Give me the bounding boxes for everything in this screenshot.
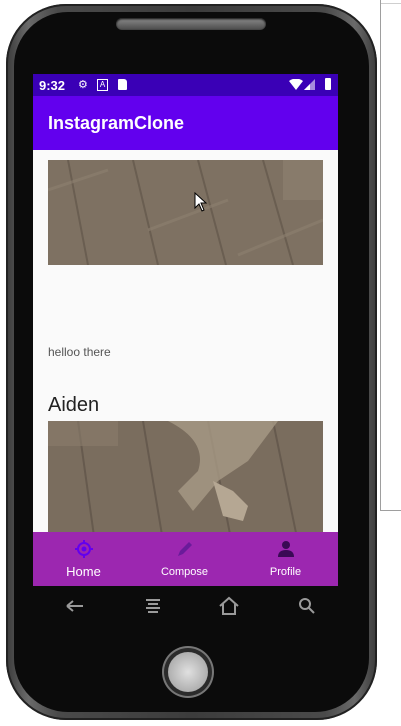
device-screen: 9:32 ⚙ A InstagramClone helloo there Aid… [33,74,338,586]
background-window-edge [380,0,401,511]
post-image[interactable] [48,160,323,265]
nav-label-compose: Compose [160,566,209,578]
status-time: 9:32 [39,78,66,93]
window-divider [381,3,401,4]
nav-label-home: Home [66,564,101,579]
nav-label-profile: Profile [269,566,302,578]
pencil-icon [178,542,192,556]
home-icon[interactable] [217,594,241,618]
signal-icon [304,79,315,90]
settings-icon: ⚙ [78,79,88,91]
nav-item-compose[interactable]: Compose [134,532,235,586]
a-icon: A [97,79,108,91]
menu-icon[interactable] [141,594,165,618]
nav-item-profile[interactable]: Profile [235,532,336,586]
home-icon [75,540,93,558]
post-caption: helloo there [48,345,111,359]
battery-icon [325,78,331,90]
app-bar: InstagramClone [33,96,338,150]
post-feed[interactable]: helloo there Aiden [33,150,338,586]
nav-item-home[interactable]: Home [33,532,134,586]
app-title: InstagramClone [48,113,185,133]
wifi-icon [289,79,303,90]
post-username[interactable]: Aiden [48,394,99,417]
back-icon[interactable] [63,594,87,618]
search-icon[interactable] [295,594,319,618]
hardware-home-button[interactable] [168,652,208,692]
wooden-floor-photo [48,160,323,265]
status-bar: 9:32 ⚙ A [33,74,338,96]
bottom-navigation: Home Compose Profile [33,532,338,586]
sd-card-icon [118,79,127,90]
earpiece-speaker [116,18,266,30]
mouse-cursor-icon [194,192,208,212]
person-icon [278,541,294,557]
system-navigation-bar [33,592,338,622]
